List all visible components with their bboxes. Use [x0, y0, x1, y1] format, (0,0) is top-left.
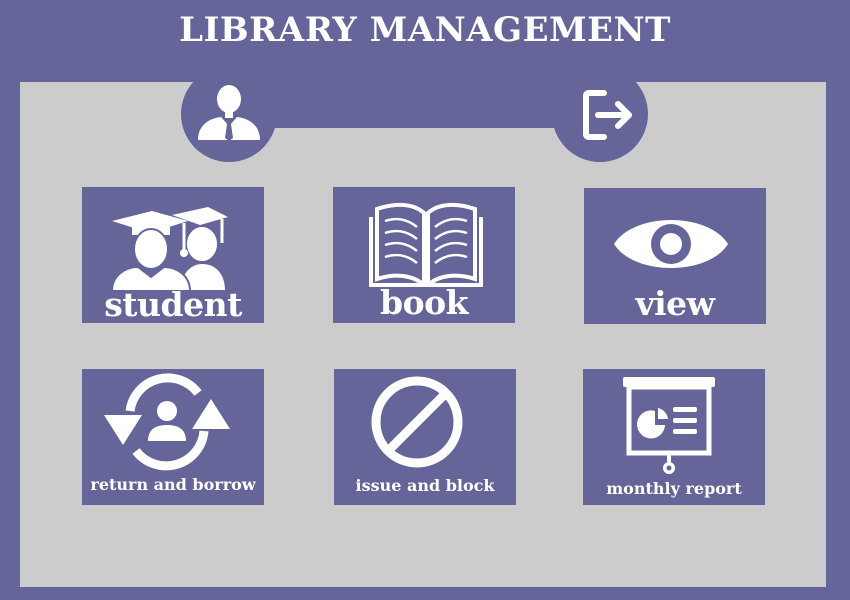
presentation-board-icon — [623, 377, 715, 474]
user-profile-icon — [198, 85, 260, 141]
eye-icon — [614, 220, 728, 268]
profile-button[interactable] — [181, 66, 277, 162]
monthly-report-tile[interactable]: monthly report — [583, 369, 765, 505]
return-and-borrow-tile[interactable]: return and borrow — [82, 369, 264, 505]
book-label: book — [380, 283, 468, 322]
issue-and-block-tile[interactable]: issue and block — [334, 369, 516, 505]
view-label: view — [635, 284, 715, 323]
student-tile[interactable]: student — [82, 187, 264, 324]
main-panel — [20, 82, 826, 587]
return-and-borrow-label: return and borrow — [90, 475, 256, 494]
graduates-icon — [110, 207, 228, 291]
view-tile[interactable]: view — [584, 188, 766, 324]
issue-and-block-label: issue and block — [355, 476, 495, 495]
app-title: LIBRARY MANAGEMENT — [179, 10, 671, 50]
monthly-report-label: monthly report — [606, 479, 742, 498]
open-book-icon — [369, 202, 483, 287]
book-tile[interactable]: book — [333, 187, 515, 323]
block-icon — [371, 376, 463, 468]
logout-button[interactable] — [552, 66, 648, 162]
logout-icon — [583, 90, 632, 140]
student-label: student — [104, 285, 242, 324]
user-sync-icon — [104, 373, 230, 471]
